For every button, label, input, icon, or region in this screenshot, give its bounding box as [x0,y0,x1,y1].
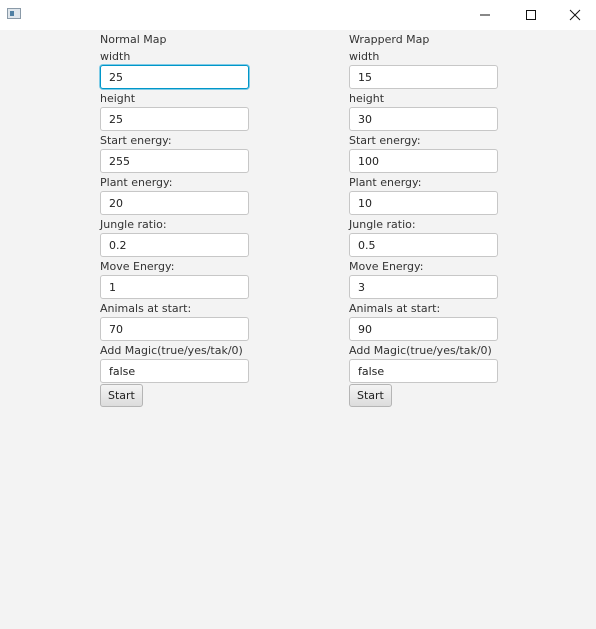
maximize-button[interactable] [508,0,554,30]
normal-plant-energy-input[interactable] [100,191,249,215]
normal-map-title: Normal Map [100,33,167,46]
app-icon [7,8,21,19]
wrapped-width-input[interactable] [349,65,498,89]
normal-start-button[interactable]: Start [100,384,143,407]
close-button[interactable] [552,0,596,30]
wrapped-jungle-ratio-input[interactable] [349,233,498,257]
wrapped-plant-energy-input[interactable] [349,191,498,215]
wrapped-animals-at-start-input[interactable] [349,317,498,341]
wrapped-animals-at-start-label: Animals at start: [349,302,441,315]
normal-start-energy-input[interactable] [100,149,249,173]
title-bar [0,0,596,30]
wrapped-move-energy-label: Move Energy: [349,260,424,273]
wrapped-plant-energy-label: Plant energy: [349,176,422,189]
wrapped-add-magic-label: Add Magic(true/yes/tak/0) [349,344,492,357]
wrapped-add-magic-input[interactable] [349,359,498,383]
normal-add-magic-input[interactable] [100,359,249,383]
wrapped-width-label: width [349,50,380,63]
minimize-icon [480,14,490,16]
wrapped-start-button[interactable]: Start [349,384,392,407]
normal-height-input[interactable] [100,107,249,131]
normal-animals-at-start-input[interactable] [100,317,249,341]
normal-move-energy-input[interactable] [100,275,249,299]
normal-height-label: height [100,92,136,105]
minimize-button[interactable] [462,0,508,30]
wrapped-height-label: height [349,92,385,105]
wrapped-start-energy-input[interactable] [349,149,498,173]
normal-move-energy-label: Move Energy: [100,260,175,273]
normal-jungle-ratio-label: Jungle ratio: [100,218,167,231]
normal-map-form: Normal Map width height Start energy: Pl… [100,31,250,407]
normal-plant-energy-label: Plant energy: [100,176,173,189]
normal-add-magic-label: Add Magic(true/yes/tak/0) [100,344,243,357]
normal-width-label: width [100,50,131,63]
wrapped-map-title: Wrapperd Map [349,33,430,46]
maximize-icon [526,10,536,20]
normal-start-energy-label: Start energy: [100,134,172,147]
wrapped-move-energy-input[interactable] [349,275,498,299]
close-icon [569,9,581,21]
normal-jungle-ratio-input[interactable] [100,233,249,257]
wrapped-map-form: Wrapperd Map width height Start energy: … [349,31,499,407]
wrapped-jungle-ratio-label: Jungle ratio: [349,218,416,231]
normal-animals-at-start-label: Animals at start: [100,302,192,315]
wrapped-height-input[interactable] [349,107,498,131]
normal-width-input[interactable] [100,65,249,89]
wrapped-start-energy-label: Start energy: [349,134,421,147]
